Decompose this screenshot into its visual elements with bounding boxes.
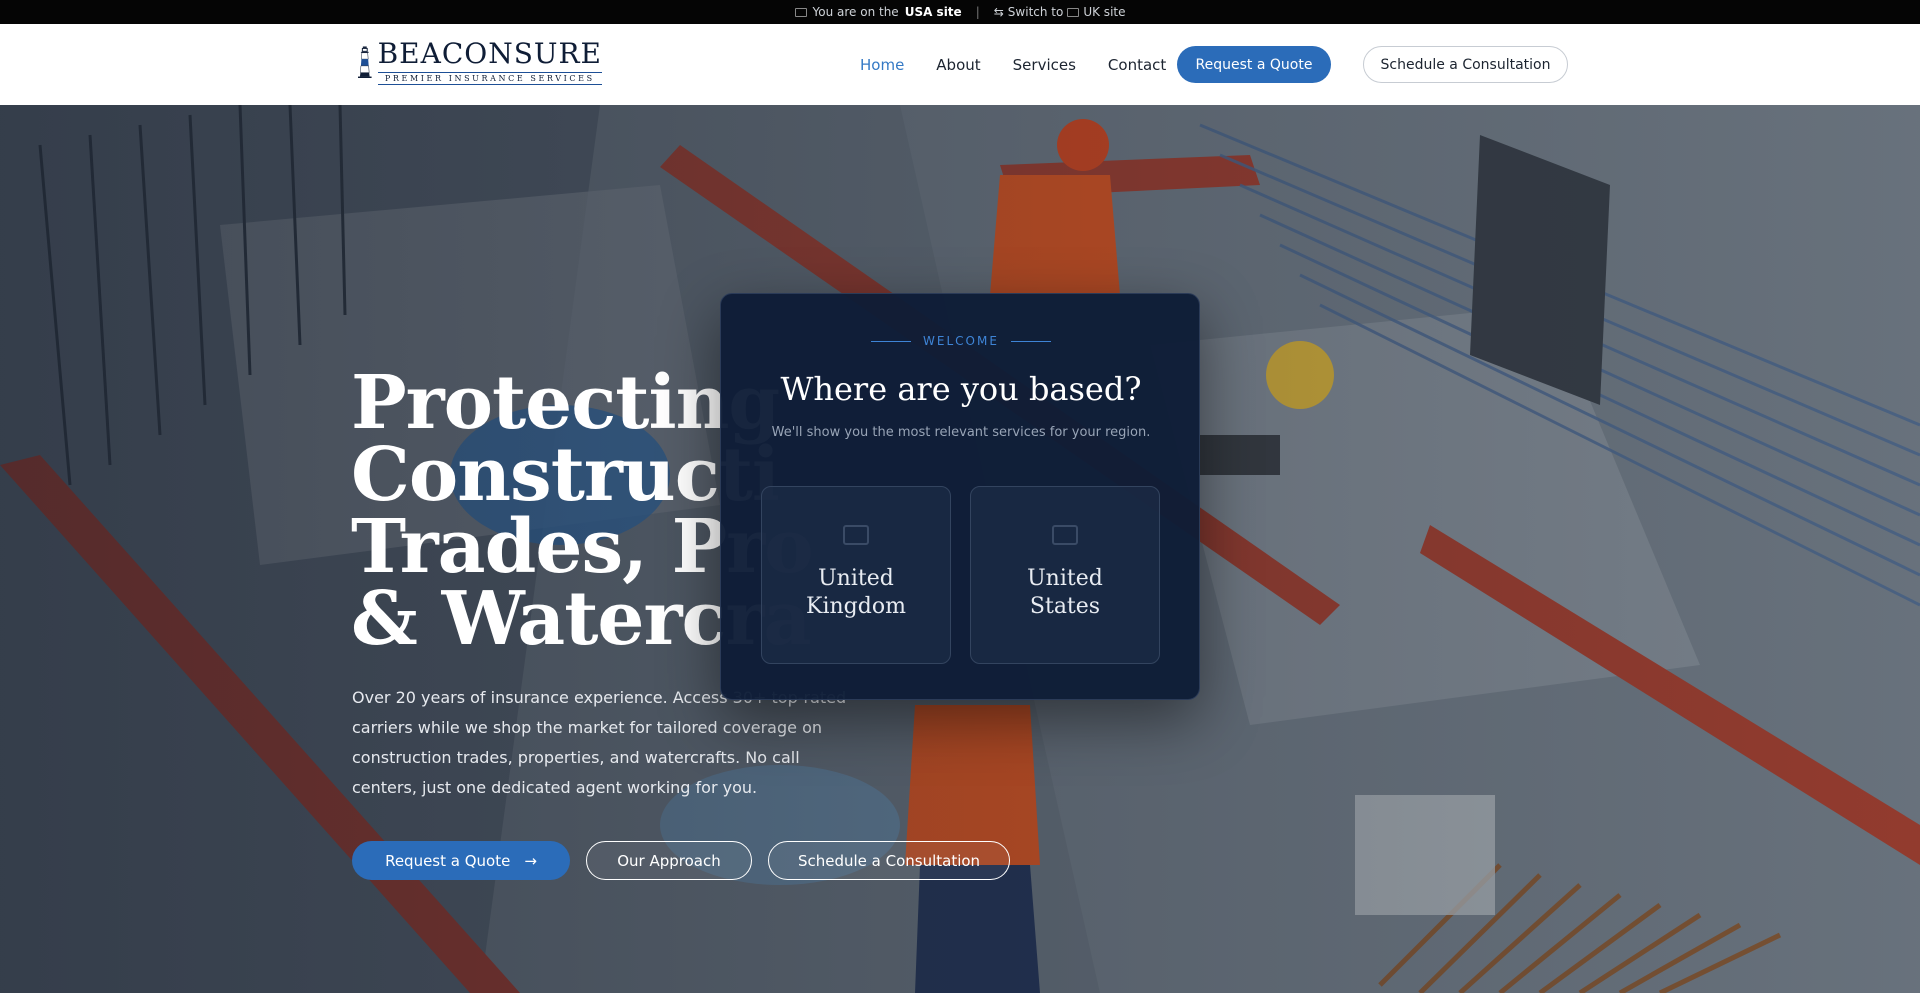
eyebrow-line — [871, 340, 912, 342]
us-flag-icon — [1052, 525, 1078, 545]
our-approach-button[interactable]: Our Approach — [586, 841, 752, 880]
switch-site-link[interactable]: ⇆ Switch to UK site — [994, 5, 1126, 19]
divider: | — [975, 5, 980, 19]
region-option-us[interactable]: United States — [970, 486, 1160, 664]
lighthouse-icon — [358, 46, 372, 79]
region-select-modal: WELCOME Where are you based? We'll show … — [720, 293, 1200, 700]
schedule-consultation-button[interactable]: Schedule a Consultation — [1363, 46, 1568, 83]
site-prefix: You are on the — [812, 5, 899, 19]
arrow-right-icon: → — [524, 851, 537, 870]
brand-logo[interactable]: BEACONSURE PREMIER INSURANCE SERVICES — [358, 26, 602, 98]
site-region-bar: You are on the USA site | ⇆ Switch to UK… — [0, 0, 1920, 24]
request-quote-button[interactable]: Request a Quote — [1177, 46, 1331, 83]
modal-title: Where are you based? — [780, 370, 1142, 408]
brand-tagline: PREMIER INSURANCE SERVICES — [377, 71, 602, 85]
hero-description: Over 20 years of insurance experience. A… — [352, 688, 847, 797]
current-site-label: USA site — [904, 5, 962, 19]
modal-subtitle: We'll show you the most relevant service… — [771, 425, 1151, 440]
switch-label: Switch to — [1007, 5, 1064, 19]
modal-eyebrow: WELCOME — [721, 334, 1201, 348]
site-header: BEACONSURE PREMIER INSURANCE SERVICES Ho… — [0, 24, 1920, 105]
nav-services[interactable]: Services — [1013, 56, 1076, 74]
region-label: United Kingdom — [806, 566, 906, 619]
uk-flag-icon — [843, 525, 869, 545]
brand-name: BEACONSURE — [377, 36, 602, 70]
us-flag-icon — [794, 7, 807, 17]
uk-flag-icon — [1067, 7, 1080, 17]
nav-home[interactable]: Home — [860, 56, 904, 74]
switch-target-label: UK site — [1083, 5, 1126, 19]
hero-request-quote-button[interactable]: Request a Quote → — [352, 841, 570, 880]
nav-contact[interactable]: Contact — [1108, 56, 1166, 74]
swap-icon: ⇆ — [993, 5, 1004, 19]
hero-schedule-consultation-button[interactable]: Schedule a Consultation — [768, 841, 1010, 880]
region-label: United States — [1027, 566, 1103, 619]
hero-quote-label: Request a Quote — [385, 851, 511, 870]
hero-actions: Request a Quote → Our Approach Schedule … — [352, 841, 1010, 880]
main-nav: Home About Services Contact — [860, 46, 1198, 84]
eyebrow-text: WELCOME — [923, 334, 999, 348]
region-option-uk[interactable]: United Kingdom — [761, 486, 951, 664]
nav-about[interactable]: About — [936, 56, 980, 74]
eyebrow-line — [1010, 340, 1051, 342]
